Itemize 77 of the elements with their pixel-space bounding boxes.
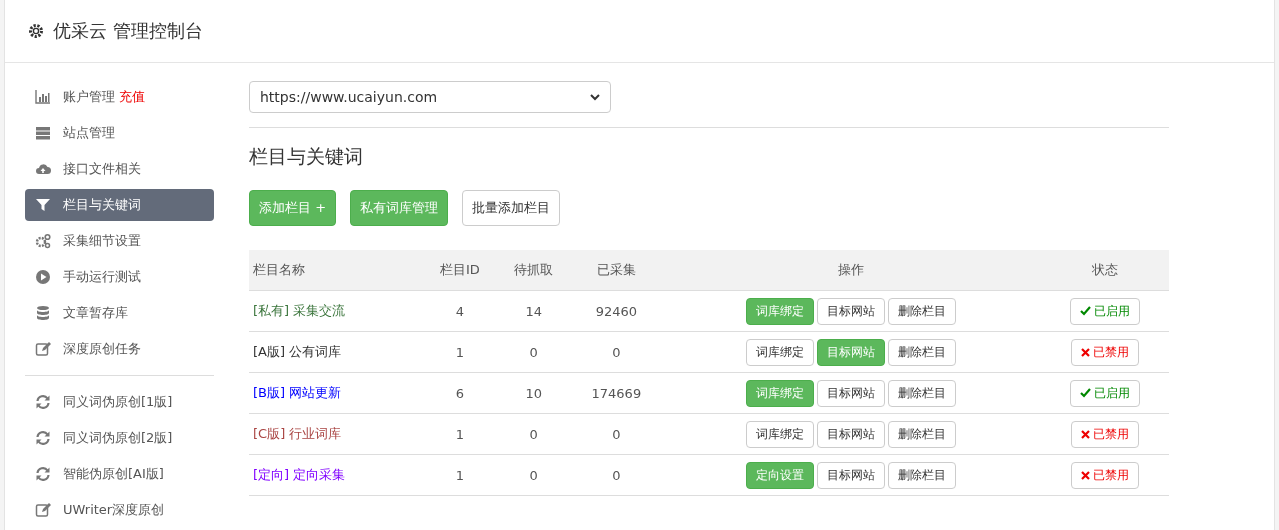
table-cell: 0 [529,426,538,442]
table-cell: 10 [525,385,542,401]
refresh-icon [35,394,51,410]
column-name[interactable]: [私有] 采集交流 [253,303,346,318]
table-cell: 0 [612,426,621,442]
filter-icon [35,197,51,213]
action-button[interactable]: 目标网站 [817,379,886,407]
table-cell: 4 [455,303,464,319]
site-select[interactable]: https://www.ucaiyun.com [249,81,611,113]
edit-icon [35,502,51,518]
cloud-icon [35,161,51,177]
status-button[interactable]: 已禁用 [1070,338,1139,366]
sidebar-item[interactable]: 接口文件相关 [25,153,214,185]
table-cell: 6 [455,385,464,401]
column-header: 栏目ID [422,250,498,291]
refresh-icon [35,466,51,482]
server-icon [35,125,51,141]
column-name[interactable]: [定向] 定向采集 [253,467,346,482]
table-cell: 0 [529,467,538,483]
status-button[interactable]: 已禁用 [1070,420,1139,448]
table-cell: 174669 [591,385,642,401]
cross-icon [1080,347,1090,357]
sidebar-item[interactable]: 同义词伪原创[2版] [25,422,214,454]
sidebar-item[interactable]: 手动运行测试 [25,261,214,293]
table-cell: 1 [455,344,464,360]
sidebar-item[interactable]: 深度原创任务 [25,333,214,365]
toolbar-button[interactable]: 批量添加栏目 [462,190,561,226]
column-header: 操作 [662,250,1041,291]
console-title: 优采云 管理控制台 [53,19,203,43]
edit-icon [35,341,51,357]
chart-icon [35,89,51,105]
cross-icon [1080,429,1090,439]
action-button[interactable]: 删除栏目 [888,461,957,489]
play-icon [35,269,51,285]
table-cell: 1 [455,426,464,442]
cross-icon [1080,470,1090,480]
sidebar-item[interactable]: 站点管理 [25,117,214,149]
action-button[interactable]: 删除栏目 [888,420,957,448]
section-title: 栏目与关键词 [249,144,364,169]
sidebar-item[interactable]: 文章暂存库 [25,297,214,329]
column-name[interactable]: [C版] 行业词库 [253,426,342,441]
action-button[interactable]: 删除栏目 [888,379,957,407]
action-button[interactable]: 目标网站 [817,297,886,325]
check-icon [1079,388,1091,398]
sidebar-item[interactable]: 智能伪原创[AI版] [25,458,214,490]
sidebar-item[interactable]: 采集细节设置 [25,225,214,257]
action-button[interactable]: 目标网站 [817,461,886,489]
column-header: 栏目名称 [249,250,423,291]
table-cell: 0 [529,344,538,360]
sidebar-item[interactable]: UWriter深度原创 [25,494,214,526]
action-button[interactable]: 删除栏目 [888,297,957,325]
chevron-down-icon [590,93,600,101]
action-button[interactable]: 删除栏目 [888,338,957,366]
table-cell: 0 [612,344,621,360]
table-cell: 1 [455,467,464,483]
status-button[interactable]: 已启用 [1069,379,1140,407]
gears-icon [35,233,51,249]
column-header: 状态 [1040,250,1169,291]
action-button[interactable]: 词库绑定 [746,338,815,366]
database-icon [35,305,51,321]
sidebar-item[interactable]: 账户管理 充值 [25,81,214,113]
status-button[interactable]: 已禁用 [1070,461,1139,489]
sidebar-item[interactable]: 同义词伪原创[1版] [25,386,214,418]
status-button[interactable]: 已启用 [1069,297,1140,325]
table-cell: 92460 [595,303,638,319]
column-header: 待抓取 [497,250,571,291]
check-icon [1079,306,1091,316]
column-name[interactable]: [A版] 公有词库 [253,344,342,359]
settings-icon [27,22,45,40]
action-button[interactable]: 词库绑定 [746,420,815,448]
table-cell: 14 [525,303,542,319]
refresh-icon [35,430,51,446]
column-header: 已采集 [570,250,663,291]
column-name[interactable]: [B版] 网站更新 [253,385,342,400]
table-cell: 0 [612,467,621,483]
sidebar-item[interactable]: 栏目与关键词 [25,189,214,221]
action-button[interactable]: 目标网站 [817,420,886,448]
